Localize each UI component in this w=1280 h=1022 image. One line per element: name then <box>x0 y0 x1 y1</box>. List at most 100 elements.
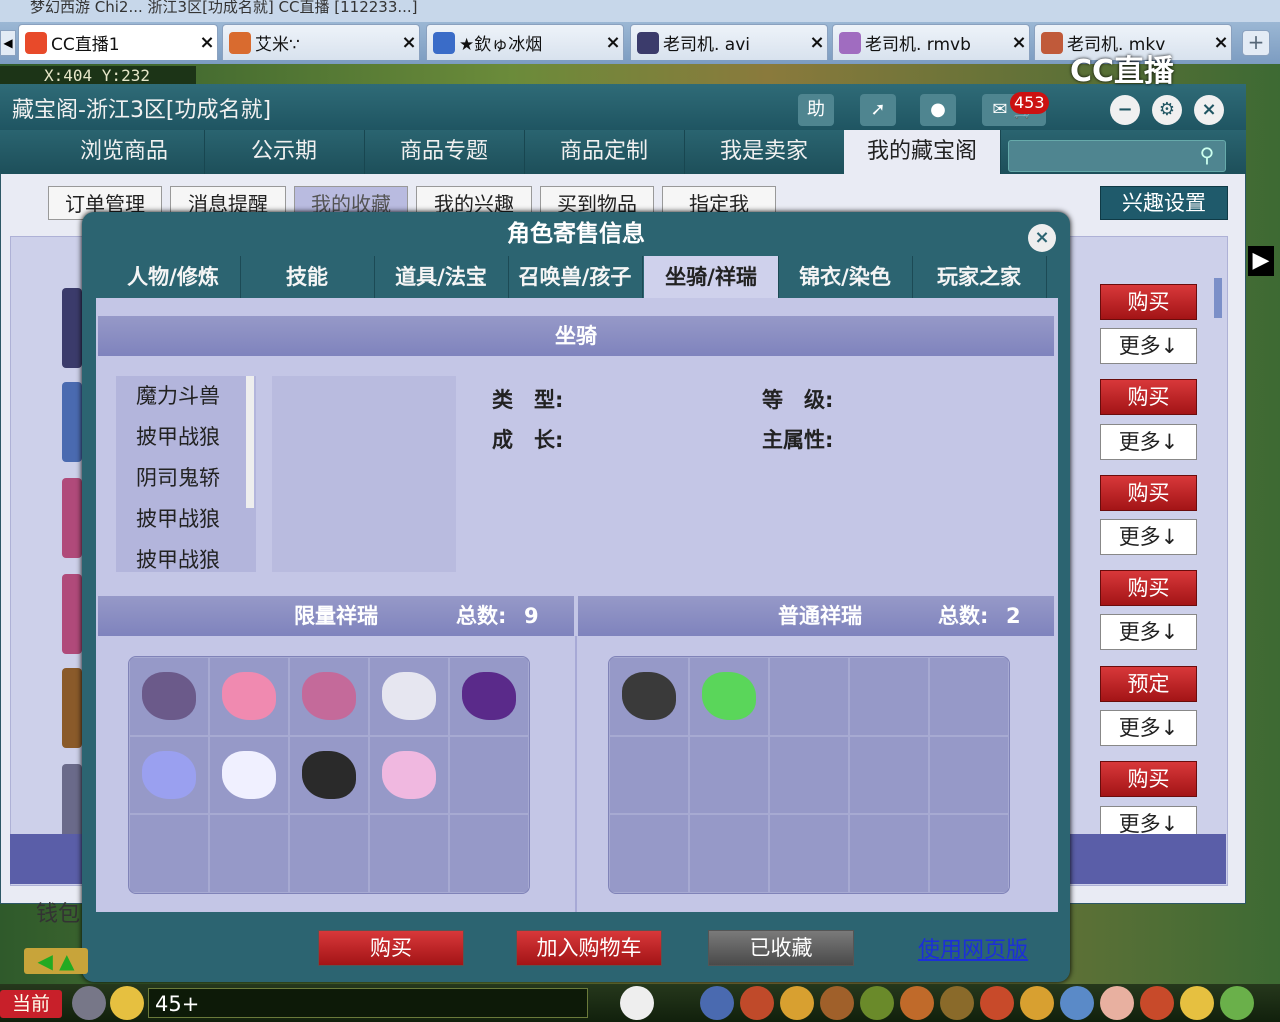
item-icon[interactable] <box>740 986 774 1020</box>
list-scrollbar[interactable] <box>1214 278 1222 318</box>
dialog-tab-skills[interactable]: 技能 <box>240 256 375 298</box>
limited-auspicious-slot <box>449 735 529 815</box>
row-more-button[interactable]: 更多↓ <box>1100 519 1197 555</box>
share-icon[interactable]: ➚ <box>860 94 896 126</box>
browser-tab-1[interactable]: CC直播1 × <box>18 24 218 60</box>
tab-close-icon[interactable]: × <box>399 32 419 53</box>
settings-icon[interactable] <box>1220 986 1254 1020</box>
map-icon[interactable] <box>1060 986 1094 1020</box>
dialog-tab-character[interactable]: 人物/修炼 <box>106 256 241 298</box>
mount-list[interactable]: 魔力斗兽 披甲战狼 阴司鬼轿 披甲战狼 披甲战狼 <box>116 376 256 572</box>
character-avatar <box>62 382 82 462</box>
limited-auspicious-slot[interactable] <box>449 657 529 736</box>
mount-list-item[interactable]: 披甲战狼 <box>116 499 256 540</box>
row-buy-button[interactable]: 购买 <box>1100 761 1197 797</box>
dialog-tab-summons[interactable]: 召唤兽/孩子 <box>508 256 643 298</box>
limited-auspicious-slot[interactable] <box>209 657 289 736</box>
peach-icon[interactable] <box>1100 986 1134 1020</box>
chat-channel-current-button[interactable]: 当前 <box>0 990 62 1018</box>
close-window-icon[interactable]: × <box>1194 95 1224 125</box>
limited-auspicious-slot[interactable] <box>289 735 369 815</box>
mail-icon[interactable] <box>980 986 1014 1020</box>
cc-live-watermark: CC直播 <box>1070 54 1175 89</box>
normal-auspicious-slot <box>609 735 689 815</box>
limited-auspicious-pet-icon <box>382 750 436 799</box>
team-icon[interactable] <box>820 986 854 1020</box>
friends-icon[interactable] <box>860 986 894 1020</box>
row-more-button[interactable]: 更多↓ <box>1100 710 1197 746</box>
web-version-link[interactable]: 使用网页版 <box>918 932 1028 964</box>
mount-list-item[interactable]: 披甲战狼 <box>116 417 256 458</box>
notify-icon[interactable] <box>1140 986 1174 1020</box>
limited-auspicious-slot[interactable] <box>129 657 209 736</box>
dialog-tab-costumes[interactable]: 锦衣/染色 <box>778 256 913 298</box>
bag-icon[interactable] <box>780 986 814 1020</box>
interest-settings-button[interactable]: 兴趣设置 <box>1100 186 1228 220</box>
mount-list-scrollbar[interactable] <box>246 376 254 508</box>
nav-tab-public[interactable]: 公示期 <box>204 130 365 174</box>
microphone-icon[interactable] <box>72 986 106 1020</box>
row-buy-button[interactable]: 购买 <box>1100 570 1197 606</box>
search-icon[interactable]: ⚲ <box>1194 142 1220 168</box>
pet-face-icon[interactable] <box>620 986 654 1020</box>
limited-auspicious-slot <box>369 814 449 893</box>
dialog-close-icon[interactable]: × <box>1028 224 1056 252</box>
map-coordinates: X:404 Y:232 <box>0 66 196 86</box>
help-button[interactable]: 助 <box>798 94 834 126</box>
row-more-button[interactable]: 更多↓ <box>1100 328 1197 364</box>
add-to-cart-button[interactable]: 加入购物车 <box>516 930 662 966</box>
tab-favicon-icon <box>839 31 861 54</box>
nav-tab-my-pavilion[interactable]: 我的藏宝阁 <box>844 130 1001 174</box>
play-arrow-icon[interactable]: ▶ <box>1248 246 1274 276</box>
mount-list-item[interactable]: 披甲战狼 <box>116 540 256 572</box>
guild-icon[interactable] <box>940 986 974 1020</box>
normal-auspicious-slot[interactable] <box>609 657 689 736</box>
emoji-icon[interactable] <box>110 986 144 1020</box>
quest-icon[interactable] <box>900 986 934 1020</box>
skill-icon[interactable] <box>700 986 734 1020</box>
limited-auspicious-slot[interactable] <box>369 657 449 736</box>
tab-close-icon[interactable]: × <box>807 32 827 53</box>
smile-icon[interactable] <box>1180 986 1214 1020</box>
limited-auspicious-slot[interactable] <box>129 735 209 815</box>
browser-tab-5[interactable]: 老司机. rmvb × <box>832 24 1030 60</box>
new-tab-button[interactable]: + <box>1242 30 1270 56</box>
tab-title: 老司机. avi <box>663 35 751 55</box>
row-buy-button[interactable]: 购买 <box>1100 475 1197 511</box>
game-nav-arrows-icon[interactable]: ◀ ▲ <box>24 948 88 974</box>
dialog-tab-home[interactable]: 玩家之家 <box>912 256 1047 298</box>
row-more-button[interactable]: 更多↓ <box>1100 614 1197 650</box>
dialog-tab-items[interactable]: 道具/法宝 <box>374 256 509 298</box>
settings-gear-icon[interactable]: ⚙ <box>1152 95 1182 125</box>
collected-button[interactable]: 已收藏 <box>708 930 854 966</box>
minimize-icon[interactable]: − <box>1110 95 1140 125</box>
browser-tab-2[interactable]: 艾米∵ × <box>222 24 420 60</box>
row-more-button[interactable]: 更多↓ <box>1100 424 1197 460</box>
system-icon[interactable] <box>1020 986 1054 1020</box>
dialog-buy-button[interactable]: 购买 <box>318 930 464 966</box>
nav-tab-browse[interactable]: 浏览商品 <box>44 130 205 174</box>
chat-input[interactable]: 45+ <box>148 988 588 1018</box>
limited-auspicious-pet-icon <box>222 672 276 721</box>
limited-auspicious-slot[interactable] <box>369 735 449 815</box>
nav-tab-custom[interactable]: 商品定制 <box>524 130 685 174</box>
limited-auspicious-slot[interactable] <box>209 735 289 815</box>
dialog-tab-mounts[interactable]: 坐骑/祥瑞 <box>644 256 779 298</box>
mount-list-item[interactable]: 阴司鬼轿 <box>116 458 256 499</box>
row-buy-button[interactable]: 购买 <box>1100 379 1197 415</box>
browser-tab-3[interactable]: ★欽ゅ冰烟 × <box>426 24 624 60</box>
tab-close-icon[interactable]: × <box>603 32 623 53</box>
nav-tab-seller[interactable]: 我是卖家 <box>684 130 845 174</box>
browser-tab-4[interactable]: 老司机. avi × <box>630 24 828 60</box>
record-icon[interactable]: ● <box>920 94 956 126</box>
limited-auspicious-slot[interactable] <box>289 657 369 736</box>
tab-close-icon[interactable]: × <box>197 32 217 53</box>
row-reserve-button[interactable]: 预定 <box>1100 666 1197 702</box>
row-buy-button[interactable]: 购买 <box>1100 284 1197 320</box>
tab-close-icon[interactable]: × <box>1009 32 1029 53</box>
normal-auspicious-slot[interactable] <box>689 657 769 736</box>
mount-list-item[interactable]: 魔力斗兽 <box>116 376 256 417</box>
normal-auspicious-slot <box>849 814 929 893</box>
tab-scroll-left[interactable]: ◀ <box>0 30 16 56</box>
nav-tab-topics[interactable]: 商品专题 <box>364 130 525 174</box>
